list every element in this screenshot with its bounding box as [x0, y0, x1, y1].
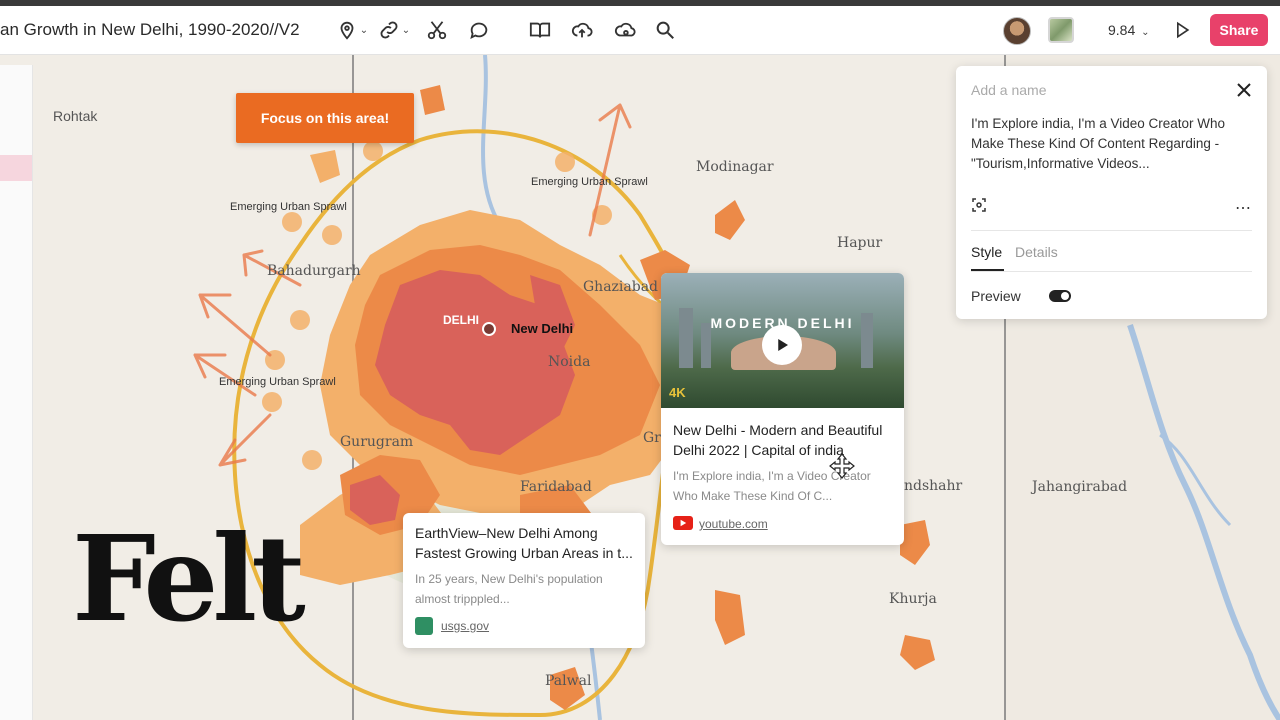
- more-options-icon[interactable]: ⋯: [1235, 198, 1251, 218]
- label-bahadurgarh: Bahadurgarh: [267, 263, 361, 279]
- upload-tool[interactable]: [565, 14, 599, 46]
- play-icon: [1177, 21, 1190, 39]
- play-icon: [778, 339, 788, 351]
- label-sprawl: Emerging Urban Sprawl: [531, 176, 648, 188]
- label-ghaziabad: Ghaziabad: [583, 279, 659, 295]
- new-delhi-marker: [482, 322, 496, 336]
- label-bulandshahr: ndshahr: [904, 478, 963, 494]
- video-card-description: I'm Explore india, I'm a Video Creator W…: [673, 469, 871, 503]
- sprawl-dot: [282, 212, 302, 232]
- sidebar-selected-item[interactable]: [0, 155, 32, 181]
- focus-target-button[interactable]: [971, 197, 987, 213]
- label-jahangirabad: Jahangirabad: [1032, 479, 1128, 495]
- comment-tool[interactable]: [462, 14, 496, 46]
- preview-label: Preview: [971, 288, 1021, 304]
- target-icon: [972, 198, 986, 212]
- sprawl-dot: [322, 225, 342, 245]
- usgs-favicon-icon: [415, 617, 433, 635]
- user-avatar[interactable]: [1003, 17, 1031, 45]
- label-gurugram: Gurugram: [340, 434, 414, 450]
- share-button[interactable]: Share: [1210, 14, 1268, 46]
- cloud-icon: [614, 22, 636, 37]
- left-sidebar[interactable]: [0, 65, 33, 720]
- label-delhi: DELHI: [443, 313, 479, 327]
- upload-icon: [571, 22, 593, 38]
- scissors-icon: [427, 21, 447, 40]
- panel-description[interactable]: I'm Explore india, I'm a Video Creator W…: [971, 114, 1253, 174]
- usgs-card-title: EarthView–New Delhi Among Fastest Growin…: [415, 525, 633, 561]
- video-thumbnail[interactable]: MODERN DELHI 4K: [661, 273, 904, 408]
- comment-icon: [470, 22, 488, 40]
- document-title[interactable]: an Growth in New Delhi, 1990-2020//V2: [0, 20, 300, 40]
- video-card-link[interactable]: youtube.com: [699, 517, 768, 531]
- felt-logo: Felt: [72, 509, 306, 648]
- pin-tool[interactable]: ⌄: [335, 14, 369, 46]
- label-new-delhi: New Delhi: [511, 321, 574, 336]
- label-gr: Gr: [643, 430, 661, 446]
- sprawl-dot: [363, 141, 383, 161]
- name-input[interactable]: Add a name: [971, 82, 1047, 98]
- cloud-tool[interactable]: [608, 14, 642, 46]
- pin-icon: [340, 21, 354, 40]
- video-play-button[interactable]: [762, 325, 802, 365]
- library-tool[interactable]: [523, 14, 557, 46]
- tab-style[interactable]: Style: [971, 244, 1002, 260]
- sprawl-dot: [262, 392, 282, 412]
- close-button[interactable]: [1234, 80, 1254, 100]
- label-modinagar: Modinagar: [696, 159, 774, 175]
- book-icon: [529, 22, 551, 38]
- search-tool[interactable]: [648, 14, 682, 46]
- label-khurja: Khurja: [889, 591, 937, 607]
- present-button[interactable]: [1172, 20, 1192, 40]
- label-sprawl: Emerging Urban Sprawl: [219, 376, 336, 388]
- video-quality-badge: 4K: [669, 385, 686, 400]
- preview-toggle[interactable]: [1049, 290, 1071, 302]
- label-faridabad: Faridabad: [520, 479, 592, 495]
- label-noida: Noida: [548, 354, 591, 370]
- zoom-value: 9.84: [1108, 22, 1136, 38]
- youtube-icon: [673, 516, 693, 530]
- focus-area-button[interactable]: Focus on this area!: [236, 93, 414, 143]
- usgs-card-description: In 25 years, New Delhi's population almo…: [415, 572, 603, 606]
- basemap-thumbnail[interactable]: [1048, 17, 1074, 43]
- label-hapur: Hapur: [837, 235, 883, 251]
- cut-tool[interactable]: [420, 14, 454, 46]
- label-sprawl: Emerging Urban Sprawl: [230, 201, 347, 213]
- tabs-divider: [971, 271, 1252, 272]
- label-rohtak: Rohtak: [53, 108, 98, 124]
- video-card-title: New Delhi - Modern and Beautiful Delhi 2…: [673, 422, 883, 458]
- link-tool[interactable]: ⌄: [377, 14, 411, 46]
- sprawl-dot: [555, 152, 575, 172]
- sprawl-dot: [302, 450, 322, 470]
- move-cursor-icon: [829, 453, 855, 479]
- chevron-down-icon: ⌄: [1141, 27, 1150, 38]
- usgs-card-link[interactable]: usgs.gov: [441, 619, 489, 633]
- chevron-down-icon: ⌄: [401, 24, 411, 36]
- element-detail-panel: Add a name I'm Explore india, I'm a Vide…: [956, 66, 1267, 319]
- label-palwal: Palwal: [545, 673, 592, 689]
- search-icon: [656, 21, 674, 39]
- divider: [971, 230, 1252, 231]
- toolbar: an Growth in New Delhi, 1990-2020//V2 ⌄ …: [0, 6, 1280, 55]
- tab-details[interactable]: Details: [1015, 244, 1058, 260]
- link-card-youtube[interactable]: MODERN DELHI 4K New Delhi - Modern and B…: [661, 273, 904, 545]
- link-icon: [380, 21, 398, 39]
- close-icon: [1237, 83, 1251, 97]
- sprawl-dot: [290, 310, 310, 330]
- chevron-down-icon: ⌄: [359, 24, 369, 36]
- link-card-usgs[interactable]: EarthView–New Delhi Among Fastest Growin…: [403, 513, 645, 648]
- zoom-level[interactable]: 9.84 ⌄: [1108, 22, 1150, 38]
